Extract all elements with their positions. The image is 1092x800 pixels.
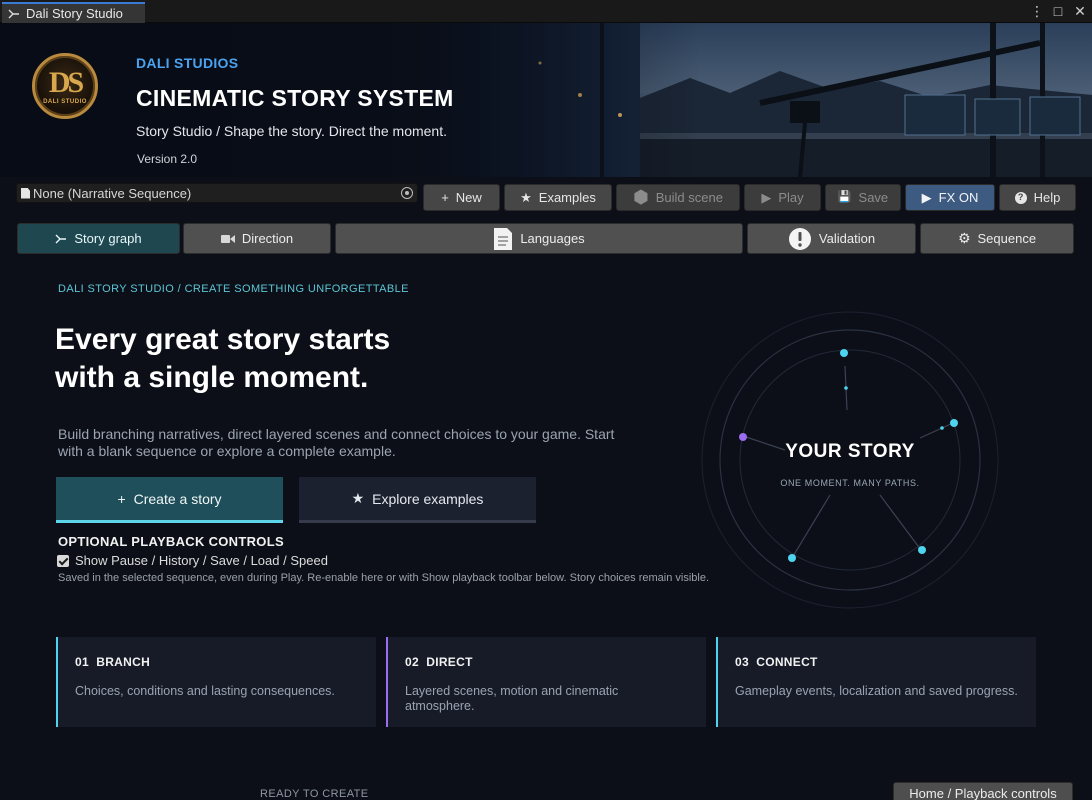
hero-banner: DS DALI STUDIO DALI STUDIOS CINEMATIC ST… [0, 23, 1092, 177]
warning-icon [788, 227, 811, 250]
page-headline: Every great story starts with a single m… [55, 321, 475, 397]
video-camera-icon [220, 234, 235, 243]
story-node-accent [739, 433, 747, 441]
window-tab-title: Dali Story Studio [26, 6, 123, 21]
sequence-value: None (Narrative Sequence) [33, 185, 192, 201]
playback-controls-checkbox[interactable] [57, 554, 69, 567]
feature-card-heading: BRANCH [96, 655, 151, 669]
story-graphic-title: YOUR STORY [785, 441, 915, 462]
feature-card-title: 02 DIRECT [405, 655, 473, 669]
brand-name: DALI STUDIOS [136, 55, 239, 71]
window-tab[interactable]: Dali Story Studio [2, 2, 145, 23]
document-icon [21, 187, 30, 199]
feature-card-number: 01 [75, 655, 89, 669]
studio-logo: DS DALI STUDIO [32, 53, 98, 119]
help-button[interactable]: ? Help [999, 184, 1076, 211]
breadcrumb: DALI STORY STUDIO / CREATE SOMETHING UNF… [58, 283, 409, 295]
intro-text: Build branching narratives, direct layer… [58, 426, 615, 459]
story-node [950, 419, 958, 427]
create-story-button[interactable]: + Create a story [56, 477, 283, 523]
feature-card-description: Gameplay events, localization and saved … [735, 684, 1018, 698]
fx-toggle-button[interactable]: ▶ FX ON [905, 184, 995, 211]
feature-card-number: 03 [735, 655, 749, 669]
plus-icon: + [441, 190, 449, 205]
close-icon[interactable]: ✕ [1074, 3, 1086, 19]
help-icon: ? [1014, 191, 1027, 204]
feature-card-title: 03 CONNECT [735, 655, 818, 669]
explore-examples-label: Explore examples [372, 490, 484, 507]
feature-card-description: Choices, conditions and lasting conseque… [75, 684, 335, 698]
star-icon: ★ [520, 190, 532, 205]
playback-options-heading: OPTIONAL PLAYBACK CONTROLS [58, 534, 284, 549]
feature-card-direct: 02 DIRECT Layered scenes, motion and cin… [386, 637, 706, 727]
build-scene-button-label: Build scene [655, 190, 723, 205]
help-button-label: Help [1033, 190, 1061, 205]
feature-card-heading: CONNECT [756, 655, 818, 669]
feature-card-connect: 03 CONNECT Gameplay events, localization… [716, 637, 1036, 727]
feature-card-branch: 01 BRANCH Choices, conditions and lastin… [56, 637, 376, 727]
tab-sequence-label: Sequence [977, 231, 1037, 246]
new-button-label: New [455, 190, 482, 205]
story-graphic-subtitle: ONE MOMENT. MANY PATHS. [780, 478, 920, 488]
story-node [918, 546, 926, 554]
play-icon: ▶ [921, 190, 932, 205]
star-icon: ★ [351, 490, 365, 506]
story-graph-icon [8, 9, 19, 18]
save-button[interactable]: 💾 Save [825, 184, 901, 211]
document-icon [494, 227, 513, 250]
playback-controls-toggle[interactable]: Show Pause / History / Save / Load / Spe… [57, 553, 328, 568]
build-scene-button[interactable]: ⬢ Build scene [616, 184, 740, 211]
feature-card-description: Layered scenes, motion and cinematic atm… [405, 684, 619, 713]
story-node [844, 386, 848, 390]
examples-button[interactable]: ★ Examples [504, 184, 612, 211]
feature-card-heading: DIRECT [426, 655, 473, 669]
tab-validation[interactable]: Validation [747, 223, 916, 254]
tab-validation-label: Validation [818, 231, 876, 246]
feature-card-number: 02 [405, 655, 419, 669]
explore-examples-button[interactable]: ★ Explore examples [299, 477, 536, 523]
play-button[interactable]: ▶ Play [744, 184, 821, 211]
fx-toggle-label: FX ON [938, 190, 979, 205]
logo-text: DALI STUDIO [43, 98, 87, 105]
examples-button-label: Examples [538, 190, 596, 205]
story-graph-illustration [701, 311, 999, 609]
more-menu-icon[interactable]: ⋮ [1030, 3, 1044, 19]
tab-direction-label: Direction [241, 231, 294, 246]
playback-controls-label: Show Pause / History / Save / Load / Spe… [75, 553, 328, 568]
sequence-object-field[interactable]: None (Narrative Sequence) [16, 183, 418, 203]
tab-sequence[interactable]: ⚙ Sequence [920, 223, 1074, 254]
headline-line-1: Every great story starts [55, 323, 391, 356]
title-bar: Dali Story Studio ⋮ □ ✕ [0, 0, 1092, 23]
floppy-disk-icon: 💾 [837, 191, 852, 203]
feature-card-title: 01 BRANCH [75, 655, 150, 669]
story-node [788, 554, 796, 562]
tab-story-graph-label: Story graph [74, 231, 142, 246]
logo-monogram: DS [48, 65, 84, 99]
window-controls: ⋮ □ ✕ [1030, 3, 1086, 19]
home-playback-controls-button[interactable]: Home / Playback controls [893, 782, 1073, 800]
plus-icon: + [117, 490, 126, 507]
gear-icon: ⚙ [957, 230, 971, 246]
tab-languages-label: Languages [520, 231, 585, 246]
version-label: Version 2.0 [137, 152, 198, 166]
story-node [940, 426, 944, 430]
tab-direction[interactable]: Direction [183, 223, 331, 254]
play-icon: ▶ [761, 190, 772, 205]
unity-cube-icon: ⬢ [633, 187, 649, 207]
story-graph-icon [55, 234, 67, 243]
save-button-label: Save [858, 190, 889, 205]
hero-subtitle: Story Studio / Shape the story. Direct t… [136, 123, 447, 139]
object-picker-icon[interactable] [401, 187, 413, 199]
story-node [840, 349, 848, 357]
headline-line-2: with a single moment. [55, 361, 369, 394]
tab-languages[interactable]: Languages [335, 223, 743, 254]
status-label: READY TO CREATE [260, 788, 369, 800]
maximize-icon[interactable]: □ [1052, 3, 1064, 19]
new-button[interactable]: + New [423, 184, 500, 211]
tab-story-graph[interactable]: Story graph [17, 223, 180, 254]
create-story-label: Create a story [133, 490, 222, 507]
play-button-label: Play [778, 190, 804, 205]
playback-options-note: Saved in the selected sequence, even dur… [58, 572, 709, 584]
hero-title: CINEMATIC STORY SYSTEM [136, 85, 454, 111]
